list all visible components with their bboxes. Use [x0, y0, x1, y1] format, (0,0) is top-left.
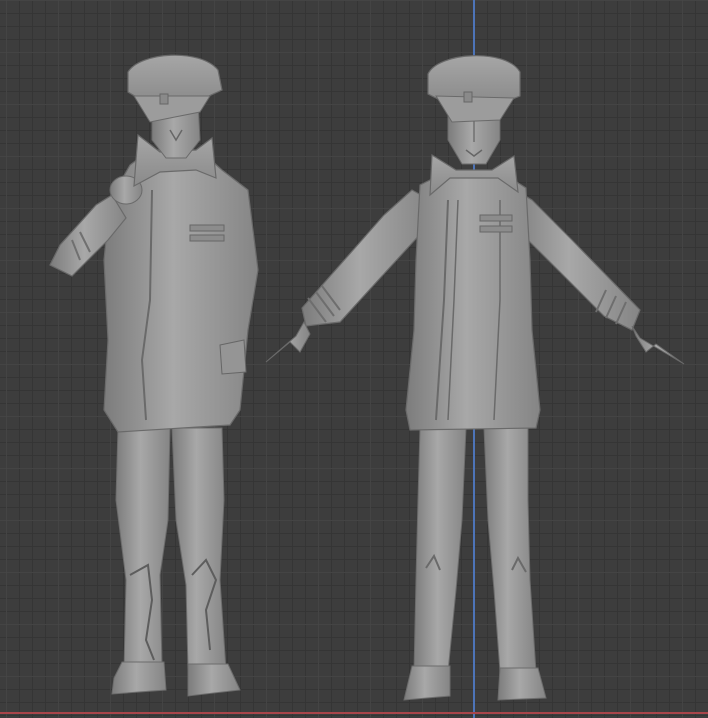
left-figure-left-shoe	[187, 663, 241, 697]
t-pose-figure-model[interactable]	[265, 55, 685, 701]
right-figure-left-shoe	[497, 667, 547, 701]
left-figure-right-leg	[115, 427, 171, 669]
right-figure-coat	[405, 174, 541, 431]
right-figure-arm-left	[301, 189, 431, 327]
right-figure-right-leg	[413, 427, 467, 673]
left-figure-right-shoe	[111, 661, 167, 695]
left-figure-left-leg	[171, 427, 227, 671]
posed-figure-model[interactable]	[49, 54, 259, 697]
right-figure-hand-left	[265, 320, 311, 363]
right-figure-hand-right	[631, 325, 685, 365]
3d-viewport[interactable]	[0, 0, 708, 718]
right-figure-left-leg	[483, 427, 537, 673]
sculpt-scene[interactable]	[0, 0, 708, 718]
right-figure-right-shoe	[403, 665, 451, 701]
